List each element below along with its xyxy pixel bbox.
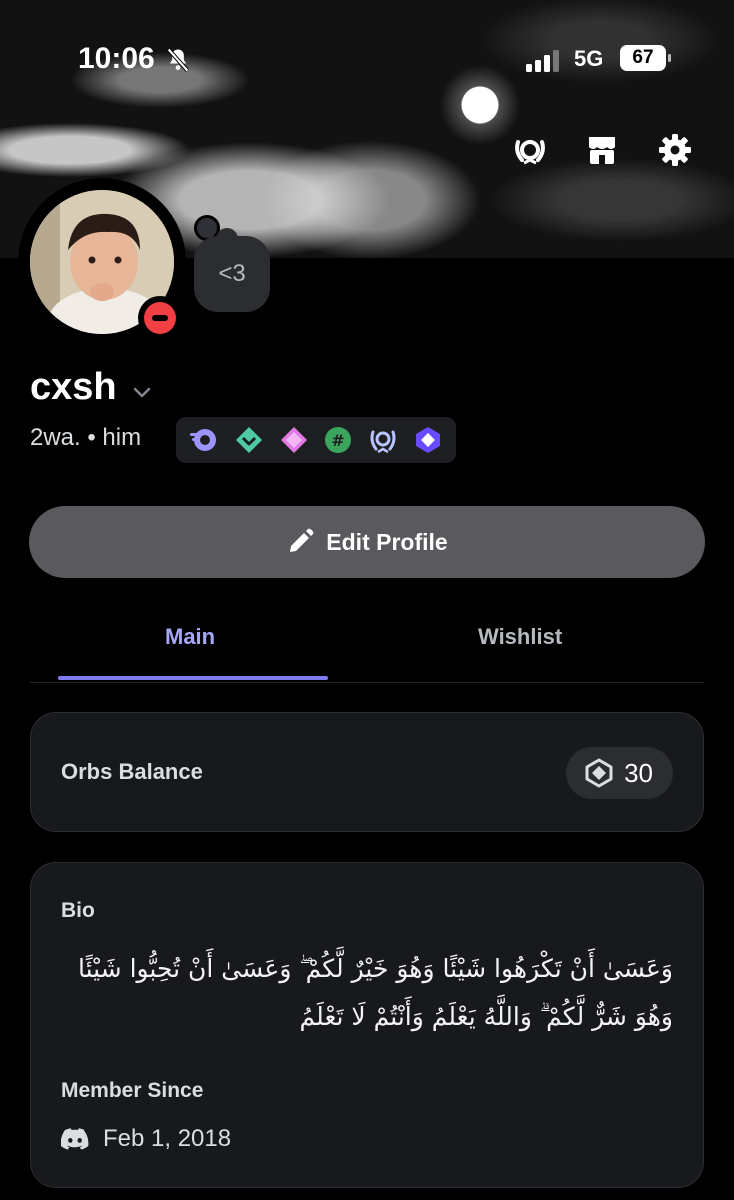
signal-icon: [526, 50, 559, 72]
nitro-badge-icon[interactable]: [189, 425, 219, 455]
profile-tabs: Main Wishlist: [30, 600, 704, 683]
pencil-icon: [290, 528, 314, 552]
orbs-balance-pill[interactable]: 30: [566, 747, 673, 799]
bio-heading: Bio: [61, 899, 95, 922]
svg-text:#: #: [332, 431, 345, 450]
custom-status-bubble[interactable]: <3: [194, 228, 270, 312]
orb-icon: [585, 758, 613, 788]
orbs-balance-value: 30: [624, 757, 653, 788]
tab-wishlist[interactable]: Wishlist: [478, 624, 562, 650]
member-since-date: Feb 1, 2018: [103, 1125, 232, 1152]
edit-profile-button[interactable]: Edit Profile: [29, 506, 705, 578]
battery-icon: 67: [620, 45, 671, 71]
gem-badge-icon[interactable]: [279, 425, 309, 455]
gear-icon: [659, 134, 691, 166]
orbs-balance-label: Orbs Balance: [61, 759, 203, 784]
orb-badge-icon[interactable]: [413, 425, 443, 455]
shop-icon: [589, 137, 615, 164]
bio-text: وَعَسَىٰ أَنْ تَكْرَهُوا شَيْئًا وَهُوَ …: [77, 954, 673, 1031]
hashtag-badge-icon[interactable]: #: [323, 425, 353, 455]
bell-off-icon: [167, 48, 189, 72]
quest-laurel-badge-icon[interactable]: [368, 425, 398, 455]
status-bar: 10:06 5G 67: [0, 0, 734, 120]
edit-profile-label: Edit Profile: [326, 528, 448, 555]
shop-button[interactable]: [580, 128, 624, 172]
member-since-row: Feb 1, 2018: [61, 1125, 231, 1153]
badge-row: #: [176, 417, 456, 463]
settings-button[interactable]: [653, 128, 697, 172]
laurel-icon: [515, 140, 545, 165]
about-card: Bio وَعَسَىٰ أَنْ تَكْرَهُوا شَيْئًا وَه…: [30, 862, 704, 1188]
custom-status-text: <3: [218, 260, 246, 287]
discord-logo-icon: [61, 1128, 89, 1150]
network-type: 5G: [574, 46, 604, 71]
member-since-heading: Member Since: [61, 1079, 204, 1102]
tab-main[interactable]: Main: [165, 624, 215, 650]
dnd-status-icon: [138, 296, 182, 340]
pronoun-line: 2wa. • him: [30, 424, 142, 451]
chevron-down-icon[interactable]: [130, 380, 154, 404]
orbs-balance-card[interactable]: Orbs Balance 30: [30, 712, 704, 832]
clock: 10:06: [78, 42, 155, 75]
boost-badge-icon[interactable]: [234, 425, 264, 455]
active-tab-indicator: [58, 676, 328, 680]
nitro-laurel-icon[interactable]: [508, 128, 552, 172]
username: cxsh: [30, 366, 117, 408]
